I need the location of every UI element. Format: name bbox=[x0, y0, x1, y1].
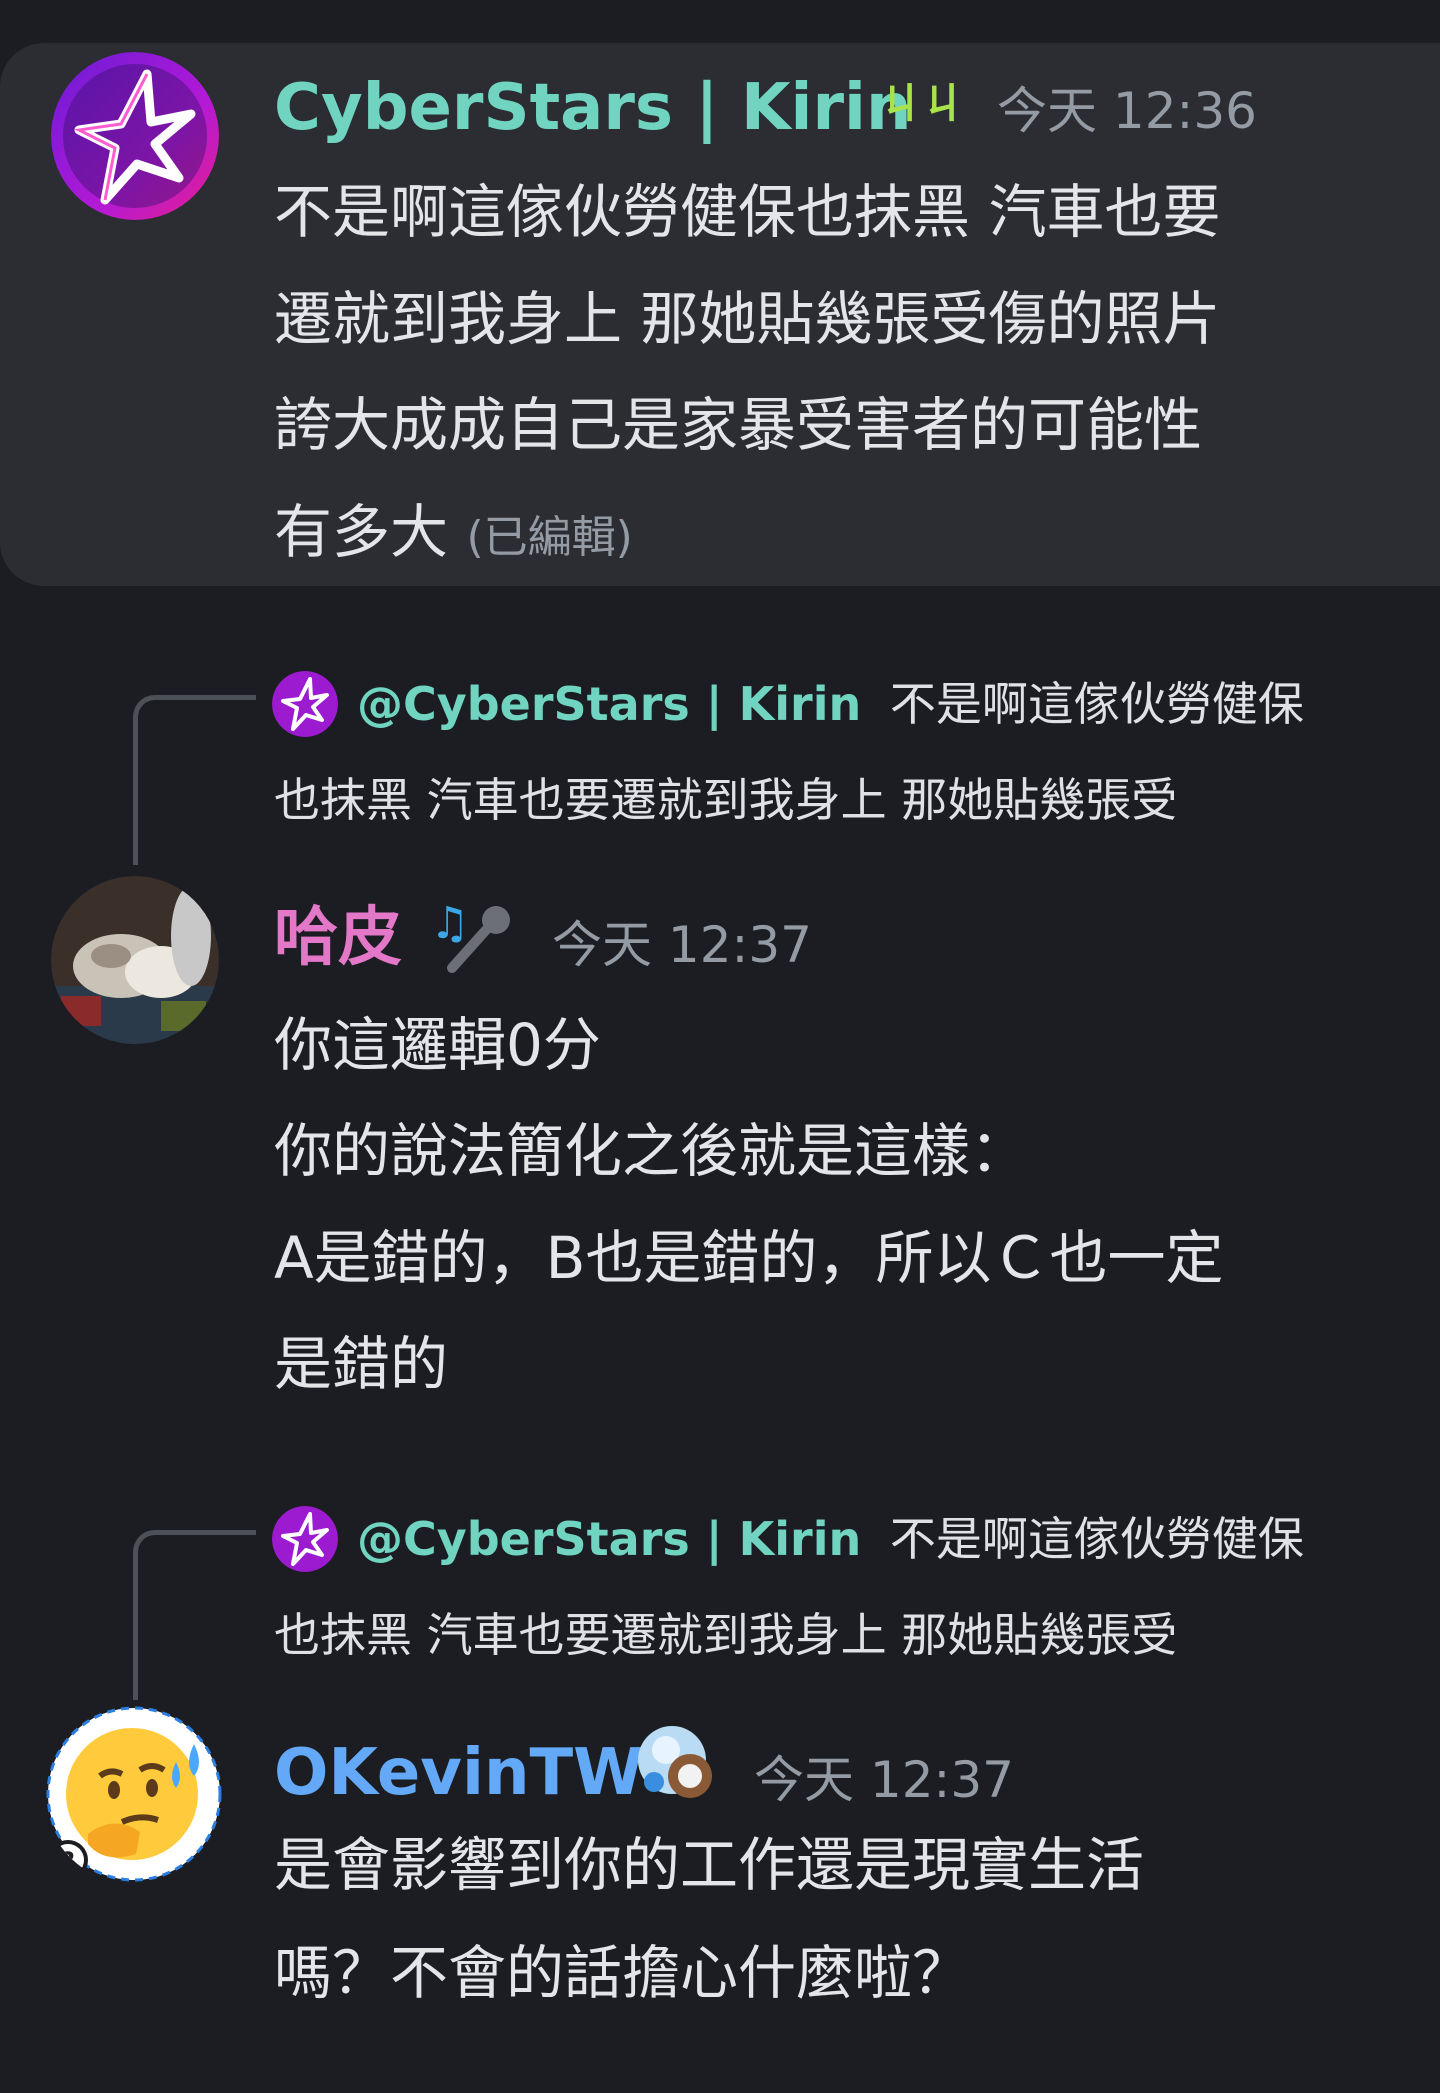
avatar-sleeping-cats-photo[interactable] bbox=[51, 876, 219, 1044]
avatar-star-logo-icon[interactable] bbox=[51, 52, 219, 220]
microphone-music-icon: ♫ bbox=[430, 896, 520, 976]
timestamp: 今天 12:36 bbox=[997, 82, 1257, 140]
message-line: 你這邏輯0分 bbox=[274, 1011, 601, 1079]
snowman-baseball-icon bbox=[634, 1720, 720, 1806]
svg-text:♫: ♫ bbox=[430, 898, 469, 949]
message-line: A是錯的，B也是錯的，所以Ｃ也一定 bbox=[274, 1224, 1224, 1292]
avatar-thinking-sweat-emoji[interactable]: ? bbox=[44, 1704, 224, 1884]
message-line: 是錯的 bbox=[274, 1330, 449, 1398]
svg-text:?: ? bbox=[61, 1847, 75, 1875]
reply-avatar-star-logo-icon bbox=[272, 1506, 338, 1572]
author-name[interactable]: CyberStars | Kirin bbox=[274, 76, 912, 140]
message-line: 誇大成成自己是家暴受害者的可能性 bbox=[274, 391, 1203, 459]
message-line: 你的說法簡化之後就是這樣： bbox=[274, 1117, 1029, 1185]
message-line: 嗎？不會的話擔心什麼啦？ bbox=[274, 1939, 971, 2007]
reply-connector bbox=[133, 1530, 256, 1700]
message-line: 不是啊這傢伙勞健保也抹黑 汽車也要 bbox=[274, 178, 1221, 246]
reply-avatar-star-logo-icon bbox=[272, 671, 338, 737]
message-line: 是會影響到你的工作還是現實生活 bbox=[274, 1831, 1145, 1899]
reply-mention[interactable]: @CyberStars | Kirin bbox=[357, 1512, 861, 1566]
reply-text: 不是啊這傢伙勞健保 bbox=[889, 1512, 1304, 1566]
reply-preview[interactable]: @CyberStars | Kirin 不是啊這傢伙勞健保 bbox=[357, 681, 1304, 727]
message-line: 有多大 (已編輯) bbox=[274, 503, 633, 561]
message-text: 有多大 bbox=[274, 498, 449, 566]
author-name[interactable]: OKevinTW bbox=[274, 1741, 644, 1805]
message-line: 遷就到我身上 那她貼幾張受傷的照片 bbox=[274, 285, 1221, 353]
edited-label: (已編輯) bbox=[466, 512, 633, 563]
reply-connector bbox=[133, 695, 256, 865]
reply-preview-continued[interactable]: 也抹黑 汽車也要遷就到我身上 那她貼幾張受 bbox=[274, 1612, 1177, 1658]
timestamp: 今天 12:37 bbox=[552, 916, 812, 974]
chat-message-list: CyberStars | Kirin ㄐㄐ 今天 12:36 不是啊這傢伙勞健保… bbox=[0, 0, 1440, 2093]
reply-mention[interactable]: @CyberStars | Kirin bbox=[357, 677, 861, 731]
reply-preview[interactable]: @CyberStars | Kirin 不是啊這傢伙勞健保 bbox=[357, 1516, 1304, 1562]
reply-text: 不是啊這傢伙勞健保 bbox=[889, 677, 1304, 731]
role-badge: ㄐㄐ bbox=[880, 79, 965, 128]
timestamp: 今天 12:37 bbox=[754, 1751, 1014, 1809]
reply-preview-continued[interactable]: 也抹黑 汽車也要遷就到我身上 那她貼幾張受 bbox=[274, 777, 1177, 823]
author-name[interactable]: 哈皮 bbox=[274, 906, 402, 970]
highlighted-message[interactable]: CyberStars | Kirin ㄐㄐ 今天 12:36 不是啊這傢伙勞健保… bbox=[0, 43, 1440, 586]
